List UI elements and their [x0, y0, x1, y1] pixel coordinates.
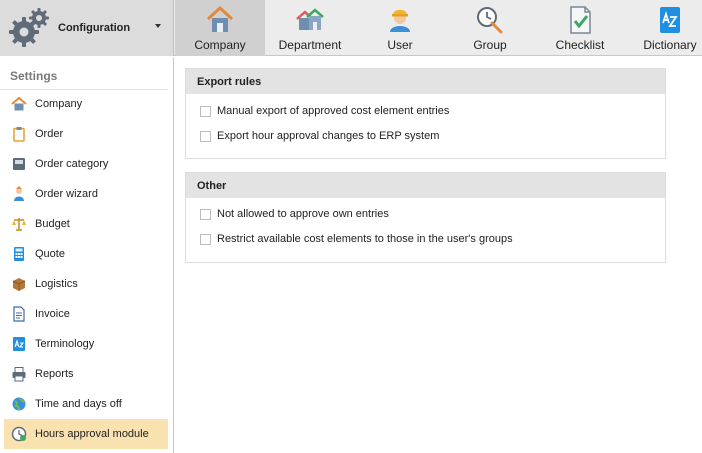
chevron-down-icon[interactable] [155, 24, 161, 28]
tab-label: Department [278, 38, 342, 52]
sidebar-item-quote[interactable]: Quote [4, 239, 168, 269]
worker-icon [390, 9, 410, 32]
export-rules-section: Export rules Manual export of approved c… [185, 68, 666, 159]
dictionary-icon [660, 7, 680, 33]
calculator-icon [14, 247, 24, 261]
sidebar-title: Settings [10, 69, 58, 83]
option-label: Restrict available cost elements to thos… [217, 233, 513, 245]
other-section: Other Not allowed to approve own entries… [185, 172, 666, 263]
sidebar-item-label: Order wizard [35, 188, 98, 200]
export-erp-checkbox[interactable]: Export hour approval changes to ERP syst… [200, 130, 439, 142]
sidebar-item-budget[interactable]: Budget [4, 209, 168, 239]
top-toolbar: Configuration Company Department User Gr… [0, 0, 702, 56]
houses-icon [296, 8, 324, 30]
sidebar-item-order[interactable]: Order [4, 119, 168, 149]
sidebar-item-label: Terminology [35, 338, 95, 350]
sidebar-item-label: Hours approval module [35, 428, 149, 440]
manual-export-checkbox[interactable]: Manual export of approved cost element e… [200, 105, 449, 117]
sidebar-item-label: Order category [35, 158, 109, 170]
gears-icon [9, 8, 49, 47]
sidebar-item-label: Order [35, 128, 64, 140]
module-tabs: Company Department User Group Checklist … [175, 0, 702, 56]
restrict-cost-elements-checkbox[interactable]: Restrict available cost elements to thos… [200, 233, 513, 245]
tab-checklist[interactable]: Checklist [535, 0, 625, 56]
checklist-icon [570, 6, 591, 34]
option-label: Manual export of approved cost element e… [217, 105, 450, 117]
configuration-label: Configuration [58, 22, 131, 34]
sidebar-item-hours-approval-module[interactable]: Hours approval module [4, 419, 168, 449]
sidebar-item-label: Logistics [35, 278, 78, 290]
sidebar-item-company[interactable]: Company [4, 89, 168, 119]
tab-label: Dictionary [643, 38, 697, 52]
folder-icon [13, 158, 25, 170]
checkbox[interactable] [200, 130, 211, 142]
dictionary-icon [13, 337, 25, 351]
house-icon [206, 6, 234, 32]
globe-icon [12, 397, 26, 411]
tab-department[interactable]: Department [265, 0, 355, 56]
tab-group[interactable]: Group [445, 0, 535, 56]
option-label: Export hour approval changes to ERP syst… [217, 130, 440, 142]
clock-wrench-icon [477, 7, 503, 34]
section-title: Other [186, 173, 665, 198]
section-title: Export rules [186, 69, 665, 94]
invoice-icon [13, 306, 25, 322]
clipboard-icon [13, 127, 25, 142]
printer-icon [12, 367, 26, 382]
checkbox[interactable] [200, 233, 211, 245]
tab-user[interactable]: User [355, 0, 445, 56]
configuration-menu-button[interactable]: Configuration [0, 0, 174, 56]
tab-label: Company [194, 38, 246, 52]
sidebar-item-label: Company [35, 98, 83, 110]
wizard-icon [14, 186, 24, 201]
tab-label: Checklist [555, 38, 605, 52]
sidebar-item-terminology[interactable]: Terminology [4, 329, 168, 359]
checkbox[interactable] [200, 105, 211, 117]
tab-dictionary[interactable]: Dictionary [625, 0, 702, 56]
tab-label: User [387, 38, 413, 52]
sidebar-item-logistics[interactable]: Logistics [4, 269, 168, 299]
sidebar-item-label: Quote [35, 248, 65, 260]
sidebar-item-time-and-days-off[interactable]: Time and days off [4, 389, 168, 419]
tab-company[interactable]: Company [175, 0, 265, 56]
sidebar-item-label: Invoice [35, 308, 70, 320]
sidebar-item-order-wizard[interactable]: Order wizard [4, 179, 168, 209]
sidebar-item-label: Reports [35, 368, 74, 380]
sidebar-item-label: Time and days off [35, 398, 122, 410]
sidebar-item-invoice[interactable]: Invoice [4, 299, 168, 329]
sidebar-item-order-category[interactable]: Order category [4, 149, 168, 179]
scales-icon [12, 218, 26, 231]
checkbox[interactable] [200, 208, 211, 220]
option-label: Not allowed to approve own entries [217, 208, 389, 220]
clock-icon [11, 426, 27, 442]
tab-label: Group [473, 38, 507, 52]
sidebar-item-label: Budget [35, 218, 70, 230]
house-icon [11, 96, 27, 111]
box-icon [12, 278, 26, 291]
not-allowed-approve-own-checkbox[interactable]: Not allowed to approve own entries [200, 208, 389, 220]
settings-sidebar: Settings Company Order Order category Or… [0, 57, 174, 453]
sidebar-item-reports[interactable]: Reports [4, 359, 168, 389]
